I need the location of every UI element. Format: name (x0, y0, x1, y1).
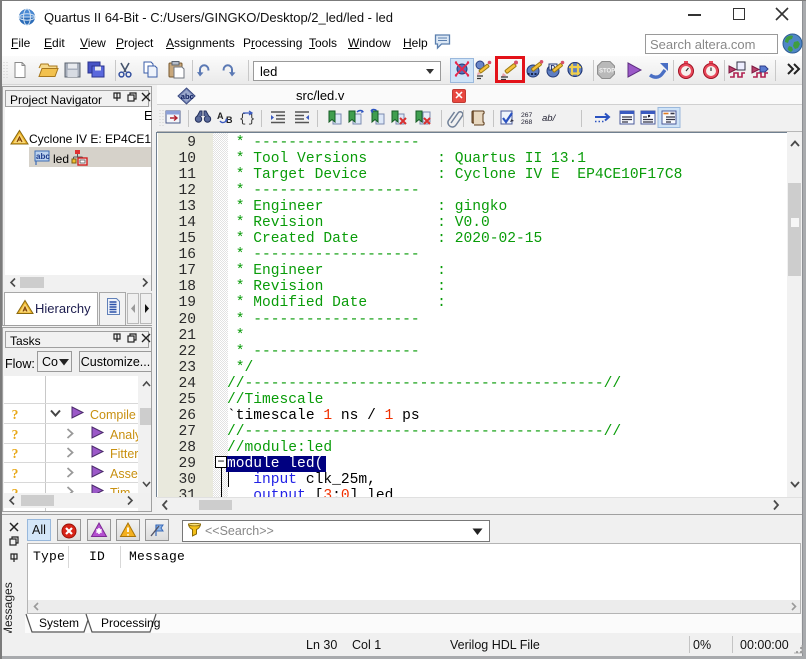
svg-text:268: 268 (521, 119, 533, 126)
svg-text:ab/: ab/ (542, 113, 557, 124)
svg-text:267: 267 (521, 112, 533, 119)
svg-text:A: A (217, 111, 224, 121)
svg-text:System: System (39, 616, 79, 630)
svg-text:abc: abc (36, 152, 50, 161)
svg-text:abc: abc (181, 92, 194, 101)
svg-text:}: } (248, 112, 255, 126)
svg-text:{: { (239, 112, 246, 126)
svg-text:Processing: Processing (101, 616, 160, 630)
svg-text:STOP: STOP (599, 69, 615, 75)
